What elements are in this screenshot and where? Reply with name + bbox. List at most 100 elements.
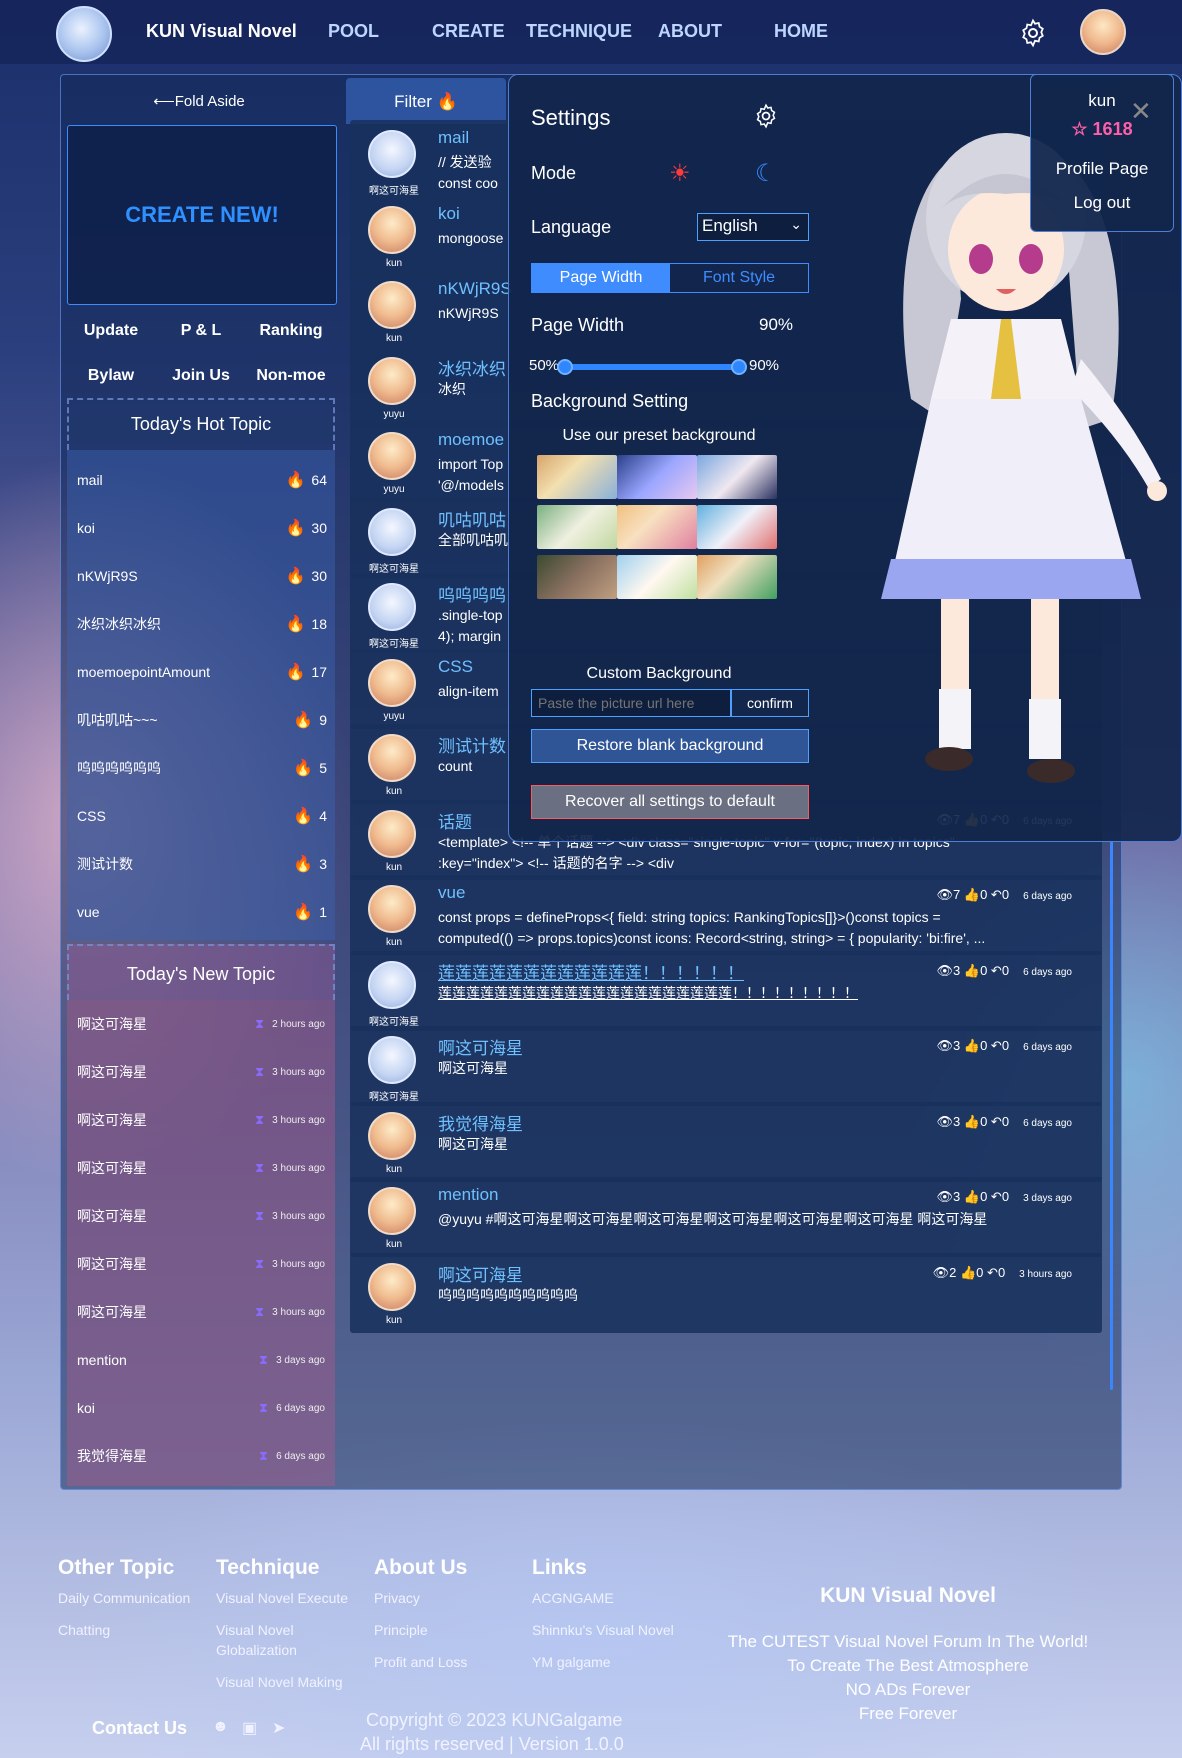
- new-topic-item[interactable]: 啊这可海星 ⧗ 3 hours ago: [67, 1288, 335, 1336]
- topic-author-name[interactable]: kun: [356, 1164, 432, 1175]
- topic-author-name[interactable]: kun: [356, 937, 432, 948]
- topic-author-name[interactable]: kun: [356, 862, 432, 873]
- topic-title[interactable]: 呜呜呜呜: [438, 581, 506, 606]
- brand-title[interactable]: KUN Visual Novel: [146, 21, 297, 42]
- topic-title[interactable]: 啊这可海星: [438, 1261, 523, 1286]
- preset-bg-2[interactable]: [617, 455, 697, 499]
- topic-card[interactable]: kun 啊这可海星 呜呜呜呜呜呜呜呜呜呜 👁2 👍0 ↶0 3 hours ago: [350, 1252, 1102, 1333]
- preset-bg-6[interactable]: [697, 505, 777, 549]
- bilibili-icon[interactable]: ▣: [242, 1718, 257, 1738]
- hot-topic-item[interactable]: vue 🔥 1: [67, 888, 335, 936]
- footer-link-privacy[interactable]: Privacy: [374, 1590, 420, 1606]
- topic-author-name[interactable]: kun: [356, 786, 432, 797]
- nav-about[interactable]: ABOUT: [658, 21, 722, 42]
- topic-author-avatar[interactable]: [368, 1187, 416, 1235]
- recover-defaults-button[interactable]: Recover all settings to default: [531, 785, 809, 819]
- topic-title[interactable]: mail: [438, 128, 469, 148]
- site-logo[interactable]: [56, 6, 112, 62]
- nav-create[interactable]: CREATE: [432, 21, 505, 42]
- tab-page-width[interactable]: Page Width: [532, 264, 670, 292]
- close-icon[interactable]: ✕: [1130, 96, 1152, 127]
- footer-link-principle[interactable]: Principle: [374, 1622, 428, 1638]
- topic-author-name[interactable]: yuyu: [356, 711, 432, 722]
- hot-topic-item[interactable]: nKWjR9S 🔥 30: [67, 552, 335, 600]
- link-ranking[interactable]: Ranking: [246, 322, 336, 340]
- footer-link-globalization-1[interactable]: Visual Novel: [216, 1622, 294, 1638]
- link-non-moe[interactable]: Non-moe: [246, 367, 336, 385]
- topic-card[interactable]: kun mention @yuyu #啊这可海星啊这可海星啊这可海星啊这可海星啊这可…: [350, 1177, 1102, 1257]
- restore-blank-background-button[interactable]: Restore blank background: [531, 729, 809, 763]
- preset-bg-8[interactable]: [617, 555, 697, 599]
- topic-author-name[interactable]: yuyu: [356, 409, 432, 420]
- topic-author-avatar[interactable]: [368, 507, 416, 556]
- settings-gear-icon[interactable]: [1018, 18, 1048, 48]
- topic-author-name[interactable]: kun: [356, 333, 432, 344]
- moon-icon[interactable]: ☾: [755, 159, 777, 188]
- topic-author-name[interactable]: 啊这可海星: [356, 1088, 432, 1103]
- topic-author-avatar[interactable]: [368, 1036, 416, 1084]
- feed-scrollbar[interactable]: [1110, 840, 1113, 1390]
- topic-title[interactable]: koi: [438, 204, 460, 224]
- topic-card[interactable]: 啊这可海星 莲莲莲莲莲莲莲莲莲莲莲莲！！！！！！ 莲莲莲莲莲莲莲莲莲莲莲莲莲莲莲莲莲…: [350, 950, 1102, 1031]
- topic-title[interactable]: vue: [438, 883, 465, 903]
- topic-title[interactable]: 我觉得海星: [438, 1110, 523, 1135]
- topic-author-avatar[interactable]: [368, 658, 416, 707]
- topic-card[interactable]: 啊这可海星 啊这可海星 啊这可海星 👁3 👍0 ↶0 6 days ago: [350, 1026, 1102, 1106]
- topic-title[interactable]: 冰织冰织: [438, 355, 506, 380]
- topic-author-avatar[interactable]: [368, 130, 416, 178]
- footer-link-shinnku[interactable]: Shinnku's Visual Novel: [532, 1622, 674, 1638]
- topic-title[interactable]: 测试计数: [438, 732, 506, 757]
- topic-title[interactable]: 叽咕叽咕: [438, 506, 506, 531]
- topic-author-avatar[interactable]: [368, 885, 416, 933]
- confirm-button[interactable]: confirm: [731, 689, 809, 717]
- topic-author-name[interactable]: 啊这可海星: [356, 635, 432, 650]
- topic-title[interactable]: 话题: [438, 808, 472, 833]
- topic-author-name[interactable]: 啊这可海星: [356, 182, 432, 197]
- hot-topic-item[interactable]: mail 🔥 64: [67, 456, 335, 504]
- topic-card[interactable]: kun vue const props = defineProps<{ field:…: [350, 875, 1102, 955]
- language-select[interactable]: English ⌄: [697, 213, 809, 241]
- profile-page-link[interactable]: Profile Page: [1031, 159, 1173, 179]
- link-join-us[interactable]: Join Us: [156, 367, 246, 385]
- preset-bg-9[interactable]: [697, 555, 777, 599]
- footer-link-execute[interactable]: Visual Novel Execute: [216, 1590, 348, 1606]
- topic-title[interactable]: CSS: [438, 657, 473, 677]
- topic-author-name[interactable]: kun: [356, 1315, 432, 1326]
- nav-home[interactable]: HOME: [774, 21, 828, 42]
- topic-title[interactable]: mention: [438, 1185, 498, 1205]
- slider-max-knob[interactable]: [731, 359, 747, 375]
- topic-author-avatar[interactable]: [368, 205, 416, 254]
- hot-topic-item[interactable]: 测试计数 🔥 3: [67, 840, 335, 888]
- fold-aside-button[interactable]: ⟵Fold Aside: [62, 92, 336, 110]
- topic-author-avatar[interactable]: [368, 960, 416, 1009]
- new-topic-item[interactable]: 啊这可海星 ⧗ 3 hours ago: [67, 1048, 335, 1096]
- new-topic-item[interactable]: koi ⧗ 6 days ago: [67, 1384, 335, 1432]
- topic-title[interactable]: moemoe: [438, 430, 504, 450]
- new-topic-item[interactable]: 啊这可海星 ⧗ 3 hours ago: [67, 1240, 335, 1288]
- link-update[interactable]: Update: [66, 322, 156, 340]
- hot-topic-item[interactable]: 呜呜呜呜呜呜 🔥 5: [67, 744, 335, 792]
- telegram-icon[interactable]: ➤: [272, 1718, 285, 1738]
- topic-title[interactable]: nKWjR9S: [438, 279, 512, 299]
- hot-topic-item[interactable]: moemoepointAmount 🔥 17: [67, 648, 335, 696]
- preset-bg-7[interactable]: [537, 555, 617, 599]
- tab-font-style[interactable]: Font Style: [670, 264, 808, 292]
- user-avatar[interactable]: [1080, 9, 1126, 55]
- new-topic-item[interactable]: 啊这可海星 ⧗ 2 hours ago: [67, 1000, 335, 1048]
- preset-bg-4[interactable]: [537, 505, 617, 549]
- footer-link-acgngame[interactable]: ACGNGAME: [532, 1590, 614, 1606]
- hot-topic-item[interactable]: CSS 🔥 4: [67, 792, 335, 840]
- topic-author-name[interactable]: kun: [356, 258, 432, 269]
- qq-icon[interactable]: ☻: [212, 1718, 229, 1736]
- footer-link-daily[interactable]: Daily Communication: [58, 1590, 190, 1606]
- preset-bg-5[interactable]: [617, 505, 697, 549]
- new-topic-item[interactable]: 啊这可海星 ⧗ 3 hours ago: [67, 1144, 335, 1192]
- nav-pool[interactable]: POOL: [328, 21, 379, 42]
- hot-topic-item[interactable]: koi 🔥 30: [67, 504, 335, 552]
- topic-author-avatar[interactable]: [368, 1262, 416, 1311]
- new-topic-item[interactable]: 我觉得海星 ⧗ 6 days ago: [67, 1432, 335, 1480]
- page-width-slider-track[interactable]: [565, 364, 747, 370]
- preset-bg-1[interactable]: [537, 455, 617, 499]
- topic-author-avatar[interactable]: [368, 809, 416, 858]
- logout-link[interactable]: Log out: [1031, 193, 1173, 213]
